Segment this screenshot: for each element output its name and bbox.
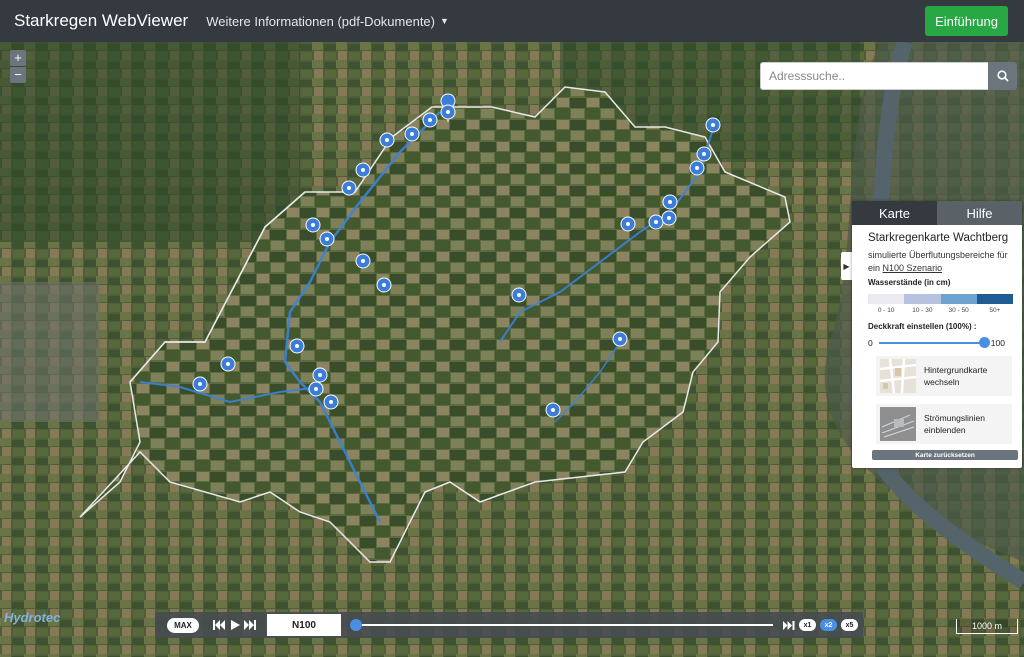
water-level-legend: 0 - 10 10 - 30 30 - 50 50+	[868, 294, 1013, 314]
panel-collapse-toggle[interactable]: ▶	[841, 252, 852, 280]
skip-to-end-icon[interactable]	[783, 620, 795, 630]
speed-x1-button[interactable]: x1	[799, 619, 816, 631]
basemap-switch-option[interactable]: Hintergrundkarte wechseln	[876, 356, 1012, 396]
speed-x5-button[interactable]: x5	[841, 619, 858, 631]
opacity-slider-row: 0 100	[868, 337, 1022, 348]
playback-controls	[213, 620, 261, 630]
info-dropdown[interactable]: Weitere Informationen (pdf-Dokumente) ▼	[206, 14, 449, 29]
reset-map-button[interactable]: Karte zurücksetzen	[872, 450, 1018, 460]
intro-button[interactable]: Einführung	[925, 6, 1008, 36]
legend-title: Wasserstände (in cm)	[868, 278, 951, 287]
chevron-right-icon: ▶	[843, 261, 850, 271]
opacity-slider-thumb[interactable]	[978, 337, 990, 348]
legend-item: 0 - 10	[868, 294, 905, 314]
search-icon	[996, 70, 1009, 82]
navbar: Starkregen WebViewer Weitere Information…	[0, 0, 1024, 42]
tab-karte[interactable]: Karte	[852, 201, 937, 225]
zoom-out-button[interactable]: −	[10, 67, 26, 83]
legend-item: 30 - 50	[940, 294, 977, 314]
scenario-link[interactable]: N100 Szenario	[883, 263, 943, 273]
zoom-control: + −	[10, 50, 26, 84]
legend-label: 0 - 10	[877, 307, 895, 314]
flowlines-toggle-label-1: Strömungslinien	[924, 413, 985, 423]
app-title[interactable]: Starkregen WebViewer	[14, 11, 188, 31]
legend-label: 30 - 50	[948, 307, 969, 314]
skip-forward-icon[interactable]	[244, 620, 257, 630]
basemap-switch-label-1: Hintergrundkarte	[924, 365, 988, 375]
opacity-slider[interactable]	[878, 337, 990, 348]
time-slider[interactable]	[350, 619, 773, 631]
address-search	[760, 62, 1017, 90]
timeline-bar: MAX N100 x1 x2 x5	[155, 612, 863, 638]
panel-tabs: Karte Hilfe	[852, 201, 1022, 225]
flowlines-toggle-label: Strömungslinien einblenden	[924, 412, 985, 436]
legend-swatch	[940, 294, 977, 304]
zoom-in-button[interactable]: +	[10, 50, 26, 66]
search-input[interactable]	[760, 62, 988, 90]
legend-swatch	[904, 294, 941, 304]
legend-swatch	[976, 294, 1013, 304]
legend-item: 50+	[976, 294, 1013, 314]
max-button[interactable]: MAX	[167, 617, 199, 633]
flowlines-toggle-label-2: einblenden	[924, 425, 966, 435]
panel-subtitle: simulierte Überflutungsbereiche für ein …	[868, 249, 1022, 275]
opacity-max: 100	[990, 338, 1005, 348]
caret-down-icon: ▼	[440, 16, 449, 26]
side-panel: Karte Hilfe Starkregenkarte Wachtberg si…	[852, 201, 1022, 468]
info-dropdown-label: Weitere Informationen (pdf-Dokumente)	[206, 13, 435, 29]
flowlines-thumbnail-icon	[880, 407, 916, 441]
hydrotec-logo: Hydrotec	[4, 610, 61, 625]
legend-item: 10 - 30	[904, 294, 941, 314]
speed-x2-button[interactable]: x2	[820, 619, 837, 631]
tab-hilfe[interactable]: Hilfe	[937, 201, 1022, 225]
skip-back-icon[interactable]	[213, 620, 226, 630]
scenario-display: N100	[267, 614, 341, 636]
legend-label: 10 - 30	[912, 307, 933, 314]
basemap-thumbnail-icon	[880, 359, 916, 393]
basemap-switch-label: Hintergrundkarte wechseln	[924, 364, 987, 388]
basemap-switch-label-2: wechseln	[924, 377, 960, 387]
opacity-label: Deckkraft einstellen (100%) :	[868, 322, 977, 331]
opacity-min: 0	[868, 338, 873, 348]
panel-title: Starkregenkarte Wachtberg	[868, 232, 1009, 244]
flowlines-toggle-option[interactable]: Strömungslinien einblenden	[876, 404, 1012, 444]
legend-label: 50+	[989, 307, 1001, 314]
time-slider-thumb[interactable]	[350, 619, 362, 631]
search-button[interactable]	[988, 62, 1017, 90]
play-icon[interactable]	[230, 620, 240, 630]
legend-swatch	[868, 294, 905, 304]
scale-bar: 1000 m	[956, 619, 1018, 634]
